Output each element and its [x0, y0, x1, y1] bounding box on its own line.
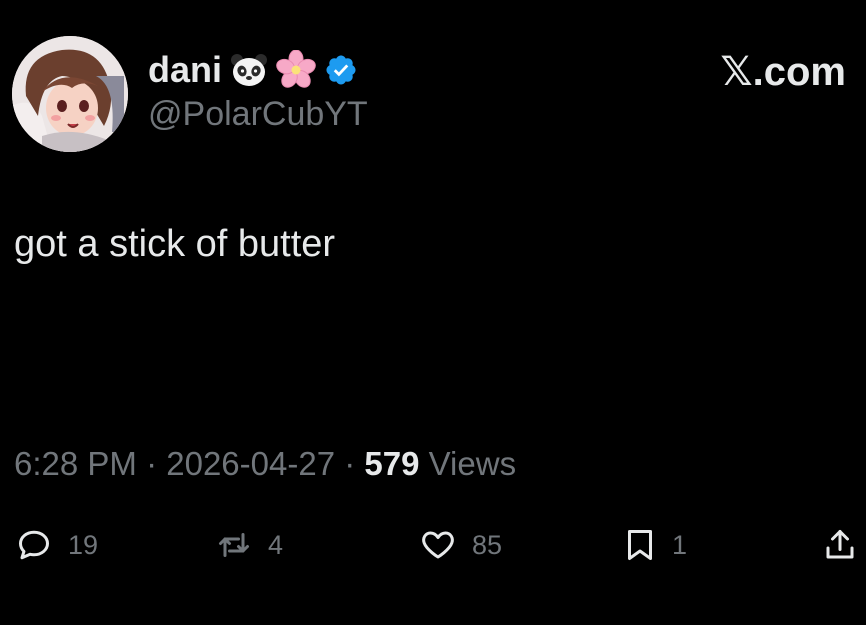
repost-count: 4 — [268, 529, 284, 560]
meta-separator: · — [344, 445, 356, 482]
bookmark-button[interactable]: 1 — [622, 527, 687, 563]
tweet-meta: 6:28 PM · 2026-04-27 · 579 Views — [14, 447, 516, 480]
heart-icon — [418, 527, 458, 563]
x-brand-logo: 𝕏.com — [720, 50, 846, 94]
share-button[interactable] — [822, 527, 858, 563]
meta-separator: · — [146, 445, 158, 482]
reply-button[interactable]: 19 — [14, 527, 98, 563]
repost-button[interactable]: 4 — [214, 527, 283, 563]
verified-badge-icon[interactable] — [324, 53, 358, 87]
share-icon — [822, 527, 858, 563]
cherry-blossom-icon — [276, 50, 316, 90]
like-count: 85 — [472, 529, 503, 560]
tweet-text: got a stick of butter — [14, 223, 336, 265]
author-handle[interactable]: @PolarCubYT — [148, 97, 368, 131]
tweet-time[interactable]: 6:28 PM — [14, 445, 137, 482]
tweet-date[interactable]: 2026-04-27 — [166, 445, 335, 482]
reply-count: 19 — [68, 529, 99, 560]
repost-icon — [214, 527, 254, 563]
avatar[interactable] — [12, 36, 128, 152]
views-label[interactable]: Views — [429, 445, 516, 482]
views-count[interactable]: 579 — [364, 445, 419, 482]
bookmark-icon — [622, 527, 658, 563]
author-name-row[interactable]: dani — [148, 48, 358, 92]
avatar-image — [12, 36, 128, 152]
bookmark-count: 1 — [672, 529, 688, 560]
like-button[interactable]: 85 — [418, 527, 502, 563]
author-display-name[interactable]: dani — [148, 52, 222, 88]
panda-face-icon — [230, 52, 268, 88]
reply-icon — [14, 527, 54, 563]
